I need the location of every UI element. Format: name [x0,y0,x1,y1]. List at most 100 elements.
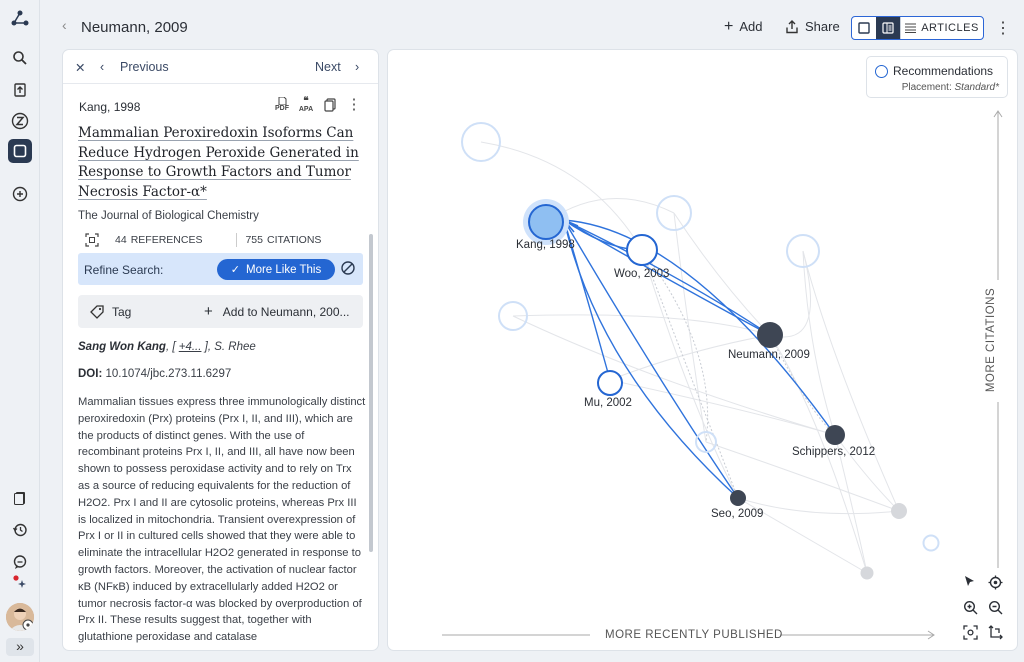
locate-icon[interactable] [988,575,1006,593]
article-nav: ✕ ‹ Previous Next › [63,50,378,84]
add-label: Add [739,19,763,34]
more-authors-link[interactable]: +4... [179,341,202,353]
label-schippers: Schippers, 2012 [792,446,875,458]
doi: DOI: 10.1074/jbc.273.11.6297 [78,368,231,380]
panel-scrollbar[interactable] [369,234,373,552]
plus-icon: + [724,18,734,35]
graph-node[interactable] [860,566,874,580]
citations-count: 755 [245,234,263,246]
graph-node[interactable] [891,503,907,519]
last-author[interactable]: S. Rhee [214,341,256,353]
node-woo[interactable] [626,234,658,266]
first-author[interactable]: Sang Won Kang [78,341,166,353]
expand-icon[interactable]: » [6,638,34,656]
gray-nodes[interactable] [860,503,908,580]
add-button[interactable]: + Add [724,18,763,35]
avatar[interactable] [6,603,34,631]
zoom-out-icon[interactable] [988,600,1006,618]
citation-graph[interactable]: Kang, 1998 Woo, 2003 Neumann, 2009 Mu, 2… [388,50,1017,650]
placement-label: Placement: [901,82,952,93]
references-label[interactable]: REFERENCES [131,234,203,246]
label-seo: Seo, 2009 [711,508,763,520]
articles-label: ARTICLES [921,22,979,34]
more-like-this-label: More Like This [246,263,322,276]
apa-icon[interactable]: ❝ APA [298,97,314,114]
x-axis-label: MORE RECENTLY PUBLISHED [605,629,783,641]
focus-icon[interactable] [85,233,99,247]
add-icon[interactable] [8,182,32,206]
next-button[interactable]: Next [315,60,341,74]
left-rail: » [0,0,40,662]
close-icon[interactable]: ✕ [75,60,85,75]
refine-search-label: Refine Search: [84,263,164,277]
graph-logo-icon[interactable] [8,6,32,30]
graph-node[interactable] [922,534,940,552]
divider [236,233,238,247]
y-axis-label: MORE CITATIONS [985,287,998,393]
node-kang[interactable] [528,204,564,240]
graph-canvas[interactable]: Kang, 1998 Woo, 2003 Neumann, 2009 Mu, 2… [388,50,1017,650]
next-chevron-icon[interactable]: › [355,60,359,74]
journal-name: The Journal of Biological Chemistry [78,210,259,222]
node-seo[interactable] [730,490,746,506]
article-title[interactable]: Mammalian Peroxiredoxin Isoforms Can Red… [78,124,368,202]
x-axis-line-right [780,630,935,640]
article-actions: PDF ❝ APA ⋮ [274,97,362,114]
label-neumann: Neumann, 2009 [728,349,810,361]
tag-icon [90,305,104,319]
upload-icon[interactable] [8,78,32,102]
node-mu[interactable] [597,370,623,396]
view-articles-button[interactable]: ARTICLES [900,17,983,39]
add-to-collection-button[interactable]: + Add to Neumann, 200... [204,303,350,320]
tag-label: Tag [112,305,132,319]
graph-view-icon[interactable] [8,139,32,163]
view-toggle: ARTICLES [851,16,984,40]
abstract: Mammalian tissues express three immunolo… [78,396,366,644]
share-icon [786,19,798,33]
copy-icon[interactable] [322,97,338,113]
view-graph-button[interactable] [852,17,876,39]
refine-search-bar: Refine Search: ✓ More Like This [78,253,363,285]
sparkle-icon[interactable] [8,570,32,594]
split-view-icon [882,22,894,34]
search-icon[interactable] [8,46,32,70]
view-split-button[interactable] [876,17,900,39]
legend-title: Recommendations [893,64,994,78]
node-neumann[interactable] [757,322,783,348]
history-icon[interactable] [8,518,32,542]
light-nodes[interactable] [461,122,940,552]
previous-button[interactable]: Previous [120,60,169,74]
fit-view-icon[interactable] [963,625,981,643]
clear-filter-icon[interactable] [340,260,356,276]
apa-icon-text: APA [298,106,314,113]
tag-button[interactable]: Tag [90,305,131,319]
node-schippers[interactable] [825,425,845,445]
back-chevron-icon[interactable]: ‹ [62,17,67,33]
square-icon [858,22,870,34]
share-label: Share [805,19,840,34]
authors: Sang Won Kang, [ +4... ], S. Rhee [78,341,256,353]
zoom-in-icon[interactable] [963,600,981,618]
library-icon[interactable] [8,486,32,510]
layout-icon[interactable] [988,625,1006,643]
more-options-icon[interactable]: ⋮ [995,18,1011,38]
share-button[interactable]: Share [785,19,840,34]
recommendations-legend[interactable]: Recommendations Placement: Standard* [866,56,1008,98]
placement-text[interactable]: Placement: Standard* [902,82,999,93]
y-axis-line-top [993,110,1003,280]
check-icon: ✓ [230,264,240,276]
label-kang: Kang, 1998 [516,239,575,251]
list-icon [905,23,917,33]
pdf-icon-text: PDF [275,105,289,112]
zotero-icon[interactable] [8,109,32,133]
references-count: 44 [115,234,127,246]
citations-label[interactable]: CITATIONS [267,234,321,246]
pointer-icon[interactable] [963,575,981,593]
pdf-icon[interactable]: PDF [274,97,290,113]
plus-icon: + [204,303,213,320]
doi-value[interactable]: 10.1074/jbc.273.11.6297 [105,368,231,380]
more-icon[interactable]: ⋮ [346,97,362,113]
doi-label: DOI: [78,368,103,380]
previous-chevron-icon[interactable]: ‹ [100,60,104,74]
more-like-this-button[interactable]: ✓ More Like This [217,259,335,280]
